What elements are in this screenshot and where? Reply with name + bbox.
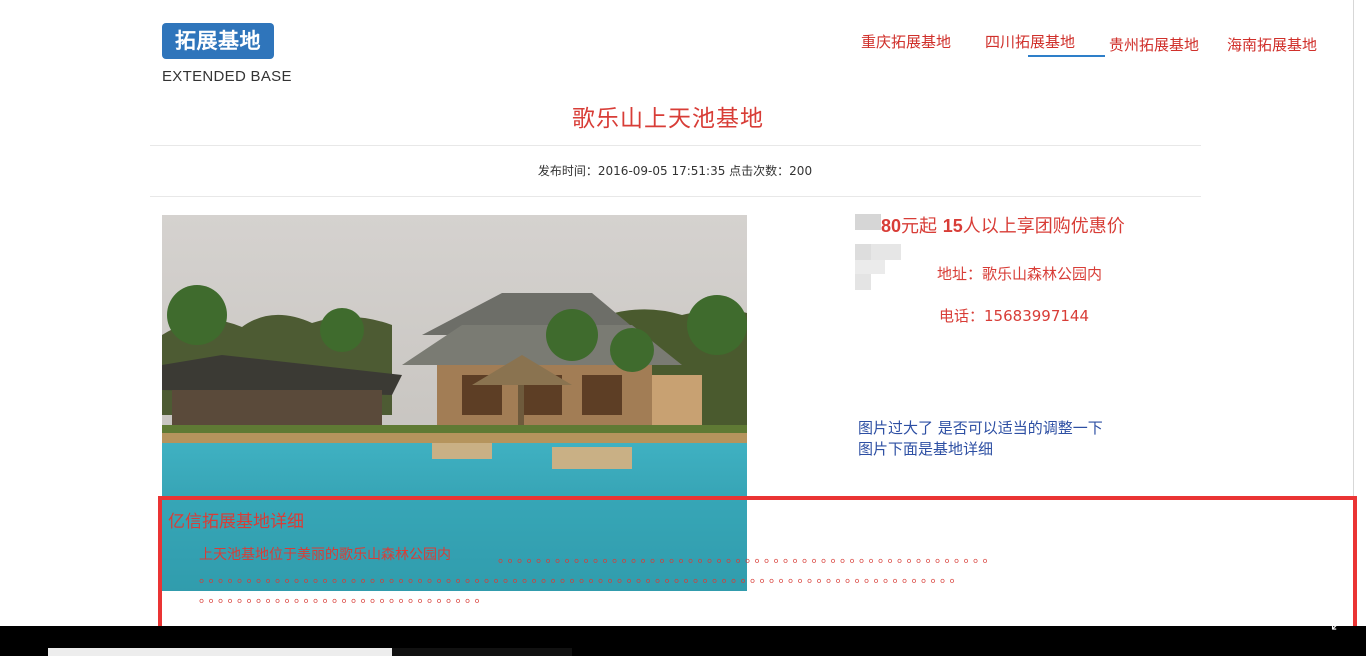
address: 地址：歌乐山森林公园内	[937, 265, 1103, 283]
nav-item-chongqing[interactable]: 重庆拓展基地	[861, 31, 951, 52]
dot-filler: 。。。。。。。。。。。。。。。。。。。。。。。。。。。。。。。。。。。。。。。。…	[199, 571, 966, 586]
resize-corner-icon[interactable]: ↙	[1330, 618, 1346, 634]
bottom-bar-segment	[392, 648, 572, 656]
page: 拓展基地 EXTENDED BASE 重庆拓展基地 四川拓展基地 贵州拓展基地 …	[0, 0, 1366, 656]
dot-filler: 。。。。。。。。。。。。。。。。。。。。。。。。。。。。。。。。。。。。。。。。…	[498, 551, 999, 566]
dot-filler: 。。。。。。。。。。。。。。。。。。。。。。。。。。。。。。	[199, 591, 491, 606]
annotation-note: 图片过大了 是否可以适当的调整一下 图片下面是基地详细	[858, 419, 1103, 458]
logo-subtitle: EXTENDED BASE	[162, 68, 292, 85]
publish-meta: 发布时间：2016-09-05 17:51:35 点击次数：200	[537, 164, 813, 178]
nav-item-guizhou[interactable]: 贵州拓展基地	[1109, 34, 1199, 55]
bottom-bar-segment	[48, 648, 392, 656]
site-logo[interactable]: 拓展基地	[162, 23, 274, 59]
divider	[150, 196, 1201, 197]
price-offer: 80元起 15人以上享团购优惠价	[881, 216, 1125, 237]
nav-active-indicator	[1028, 55, 1105, 57]
base-photo	[162, 215, 747, 591]
nav-item-hainan[interactable]: 海南拓展基地	[1227, 34, 1317, 55]
scrollbar-edge	[1353, 0, 1354, 625]
nav-item-sichuan[interactable]: 四川拓展基地	[985, 31, 1075, 52]
details-heading: 亿信拓展基地详细	[168, 512, 304, 532]
page-title: 歌乐山上天池基地	[572, 106, 764, 132]
divider	[150, 145, 1201, 146]
phone: 电话：15683997144	[939, 307, 1089, 325]
